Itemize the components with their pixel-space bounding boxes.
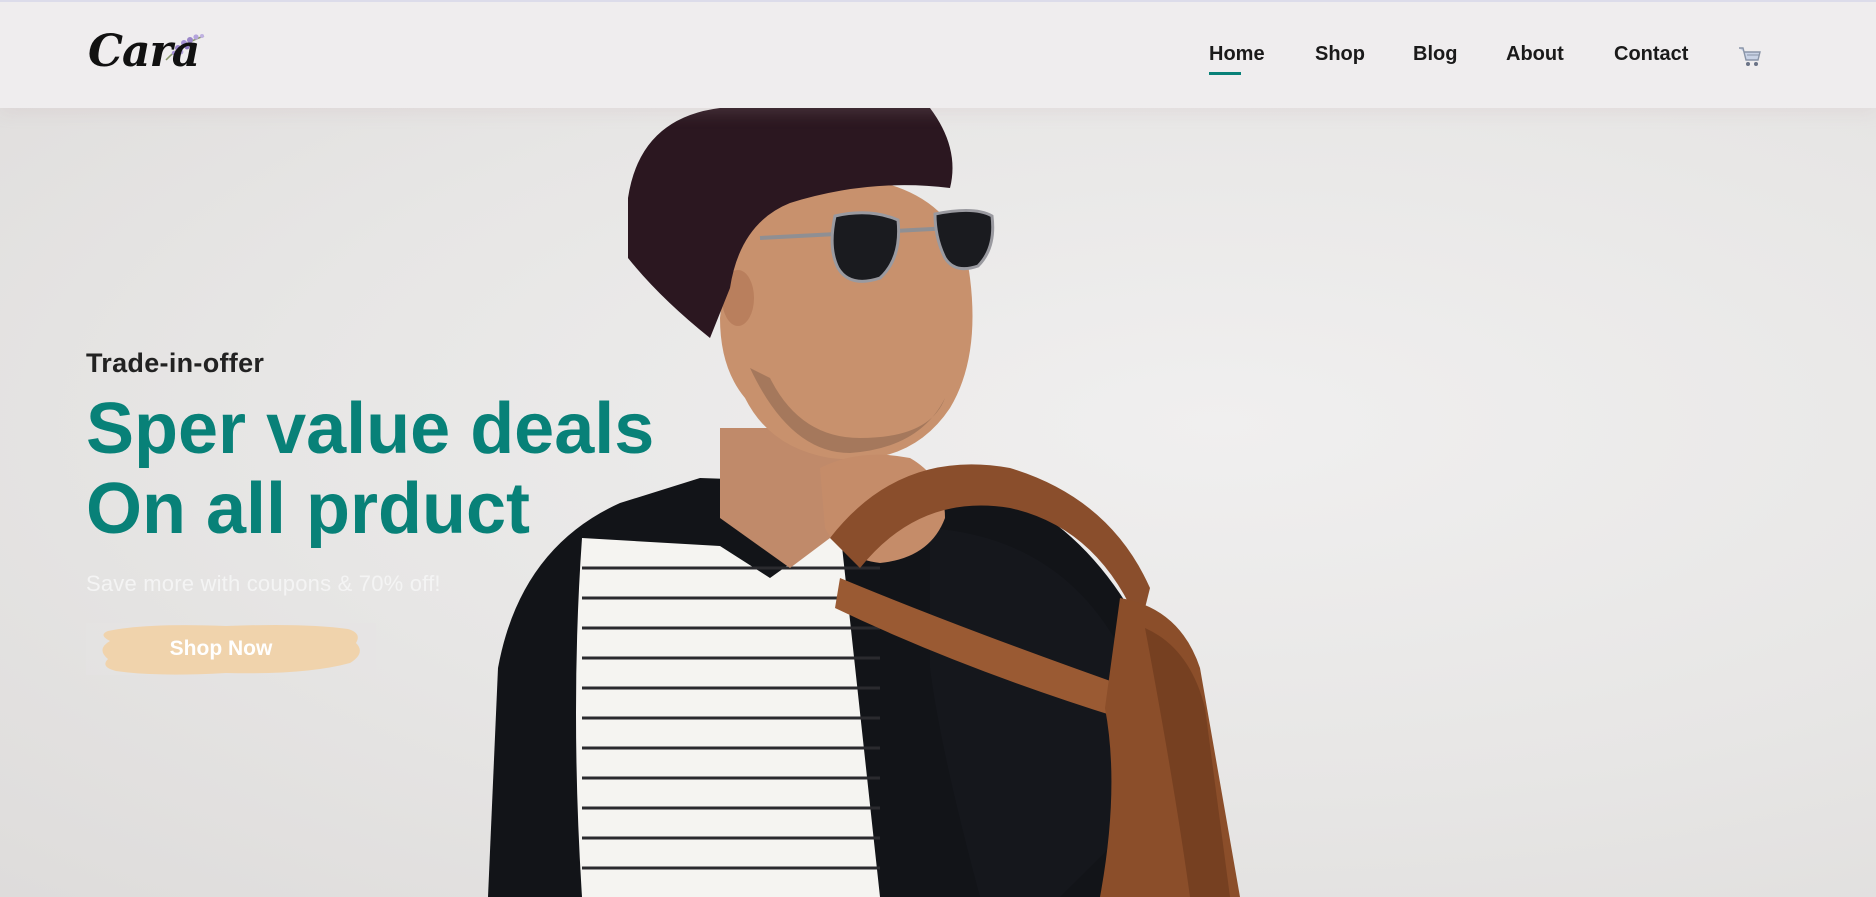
nav-shop[interactable]: Shop (1315, 43, 1365, 66)
nav-home[interactable]: Home (1209, 43, 1265, 75)
hero-content: Trade-in-offer Sper value deals On all p… (86, 348, 654, 683)
site-header: Cara Home Shop Blog About Contact (0, 0, 1876, 108)
logo-text: Cara (88, 26, 200, 77)
nav-about[interactable]: About (1506, 43, 1564, 66)
shop-now-label: Shop Now (169, 637, 273, 660)
shop-now-button[interactable]: Shop Now (86, 619, 376, 679)
hero-banner: Trade-in-offer Sper value deals On all p… (0, 108, 1876, 897)
hero-headline-line1: Sper value deals (86, 389, 655, 469)
hero-headline: Sper value deals On all prduct (86, 389, 654, 549)
cart-icon[interactable] (1738, 46, 1762, 68)
hero-subtext: Save more with coupons & 70% off! (86, 571, 441, 596)
nav-contact[interactable]: Contact (1614, 43, 1688, 66)
nav-blog[interactable]: Blog (1413, 43, 1457, 66)
hero-headline-line2: On all prduct (86, 469, 531, 549)
brand-logo[interactable]: Cara (86, 22, 222, 84)
hero-eyebrow: Trade-in-offer (86, 348, 265, 378)
